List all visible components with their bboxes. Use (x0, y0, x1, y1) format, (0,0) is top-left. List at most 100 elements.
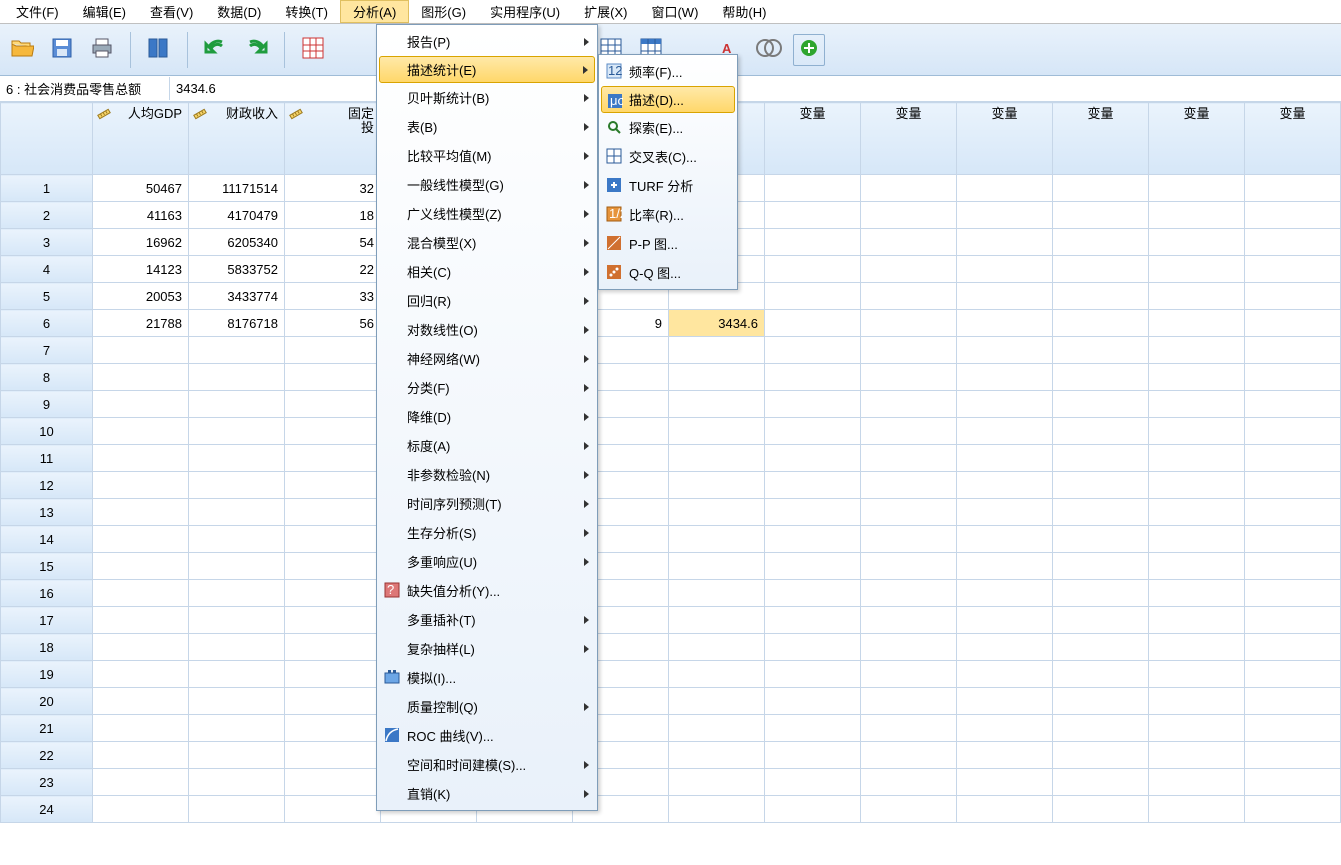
cell[interactable] (189, 337, 285, 364)
cell[interactable] (1149, 364, 1245, 391)
col-header-gdp[interactable]: 人均GDP (93, 103, 189, 175)
cell[interactable]: 21788 (93, 310, 189, 337)
menu-item[interactable]: 神经网络(W) (379, 344, 595, 373)
cell[interactable] (669, 391, 765, 418)
cell[interactable] (93, 742, 189, 769)
menu-analyze[interactable]: 分析(A) (340, 0, 409, 23)
row-number[interactable]: 16 (1, 580, 93, 607)
cell[interactable] (93, 580, 189, 607)
cell[interactable] (861, 391, 957, 418)
cell[interactable] (861, 283, 957, 310)
cell[interactable] (189, 715, 285, 742)
cell[interactable] (861, 310, 957, 337)
cell[interactable] (1149, 337, 1245, 364)
cell[interactable]: 5833752 (189, 256, 285, 283)
cell[interactable] (765, 715, 861, 742)
row-number[interactable]: 19 (1, 661, 93, 688)
cell[interactable] (765, 283, 861, 310)
row-number[interactable]: 5 (1, 283, 93, 310)
cell[interactable] (93, 796, 189, 823)
cell[interactable] (765, 256, 861, 283)
cell[interactable] (285, 553, 381, 580)
cell[interactable] (1245, 364, 1341, 391)
row-number[interactable]: 10 (1, 418, 93, 445)
cell[interactable] (861, 769, 957, 796)
menu-item[interactable]: 报告(P) (379, 27, 595, 56)
cell[interactable] (93, 661, 189, 688)
cell[interactable] (957, 607, 1053, 634)
cell[interactable] (861, 364, 957, 391)
cell[interactable] (1245, 283, 1341, 310)
cell[interactable] (669, 472, 765, 499)
cell[interactable] (765, 391, 861, 418)
cell[interactable]: 54 (285, 229, 381, 256)
menu-item[interactable]: P-P 图... (601, 229, 735, 258)
cell[interactable] (1053, 796, 1149, 823)
menu-item[interactable]: ROC 曲线(V)... (379, 721, 595, 750)
menu-data[interactable]: 数据(D) (205, 0, 273, 23)
cell[interactable] (1053, 445, 1149, 472)
cell[interactable] (1245, 661, 1341, 688)
cell[interactable] (765, 472, 861, 499)
cell[interactable] (189, 634, 285, 661)
cell[interactable] (189, 526, 285, 553)
cell[interactable] (285, 580, 381, 607)
cell[interactable] (1149, 688, 1245, 715)
cell[interactable] (189, 607, 285, 634)
cell[interactable] (861, 526, 957, 553)
menu-item[interactable]: 空间和时间建模(S)... (379, 750, 595, 779)
cell[interactable] (285, 499, 381, 526)
cell[interactable] (1053, 175, 1149, 202)
cell[interactable] (765, 418, 861, 445)
cell[interactable] (957, 553, 1053, 580)
row-number[interactable]: 24 (1, 796, 93, 823)
menu-utilities[interactable]: 实用程序(U) (478, 0, 572, 23)
row-number[interactable]: 17 (1, 607, 93, 634)
menu-item[interactable]: 比较平均值(M) (379, 141, 595, 170)
cell[interactable] (861, 256, 957, 283)
cell[interactable] (861, 634, 957, 661)
cell[interactable] (765, 337, 861, 364)
cell[interactable] (861, 202, 957, 229)
col-header-revenue[interactable]: 财政收入 (189, 103, 285, 175)
cell[interactable] (957, 742, 1053, 769)
cell[interactable]: 56 (285, 310, 381, 337)
col-header-var[interactable]: 变量 (1053, 103, 1149, 175)
cell[interactable] (765, 796, 861, 823)
cell[interactable] (189, 796, 285, 823)
cell[interactable] (957, 661, 1053, 688)
cell[interactable] (669, 553, 765, 580)
menu-item[interactable]: 对数线性(O) (379, 315, 595, 344)
menu-item[interactable]: 混合模型(X) (379, 228, 595, 257)
cell[interactable] (1053, 499, 1149, 526)
cell[interactable] (1149, 445, 1245, 472)
menu-edit[interactable]: 编辑(E) (71, 0, 138, 23)
menu-item[interactable]: 降维(D) (379, 402, 595, 431)
menu-item[interactable]: 多重响应(U) (379, 547, 595, 576)
col-header-var[interactable]: 变量 (1149, 103, 1245, 175)
menu-item[interactable]: 分类(F) (379, 373, 595, 402)
cell[interactable] (1245, 715, 1341, 742)
cell[interactable] (189, 553, 285, 580)
col-header-var[interactable]: 变量 (861, 103, 957, 175)
cell[interactable] (1053, 256, 1149, 283)
cell[interactable] (189, 580, 285, 607)
cell[interactable] (765, 553, 861, 580)
cell[interactable] (765, 742, 861, 769)
col-header-var[interactable]: 变量 (765, 103, 861, 175)
cell[interactable] (1053, 229, 1149, 256)
cell[interactable] (957, 445, 1053, 472)
cell[interactable] (285, 742, 381, 769)
cell[interactable] (285, 715, 381, 742)
cell[interactable] (957, 283, 1053, 310)
cell[interactable] (669, 499, 765, 526)
cell[interactable] (669, 364, 765, 391)
cell[interactable] (1053, 553, 1149, 580)
cell[interactable] (285, 688, 381, 715)
cell[interactable] (1149, 175, 1245, 202)
save-button[interactable] (46, 34, 78, 66)
cell[interactable] (957, 202, 1053, 229)
menu-item[interactable]: 生存分析(S) (379, 518, 595, 547)
menu-item[interactable]: 相关(C) (379, 257, 595, 286)
cell[interactable] (285, 796, 381, 823)
